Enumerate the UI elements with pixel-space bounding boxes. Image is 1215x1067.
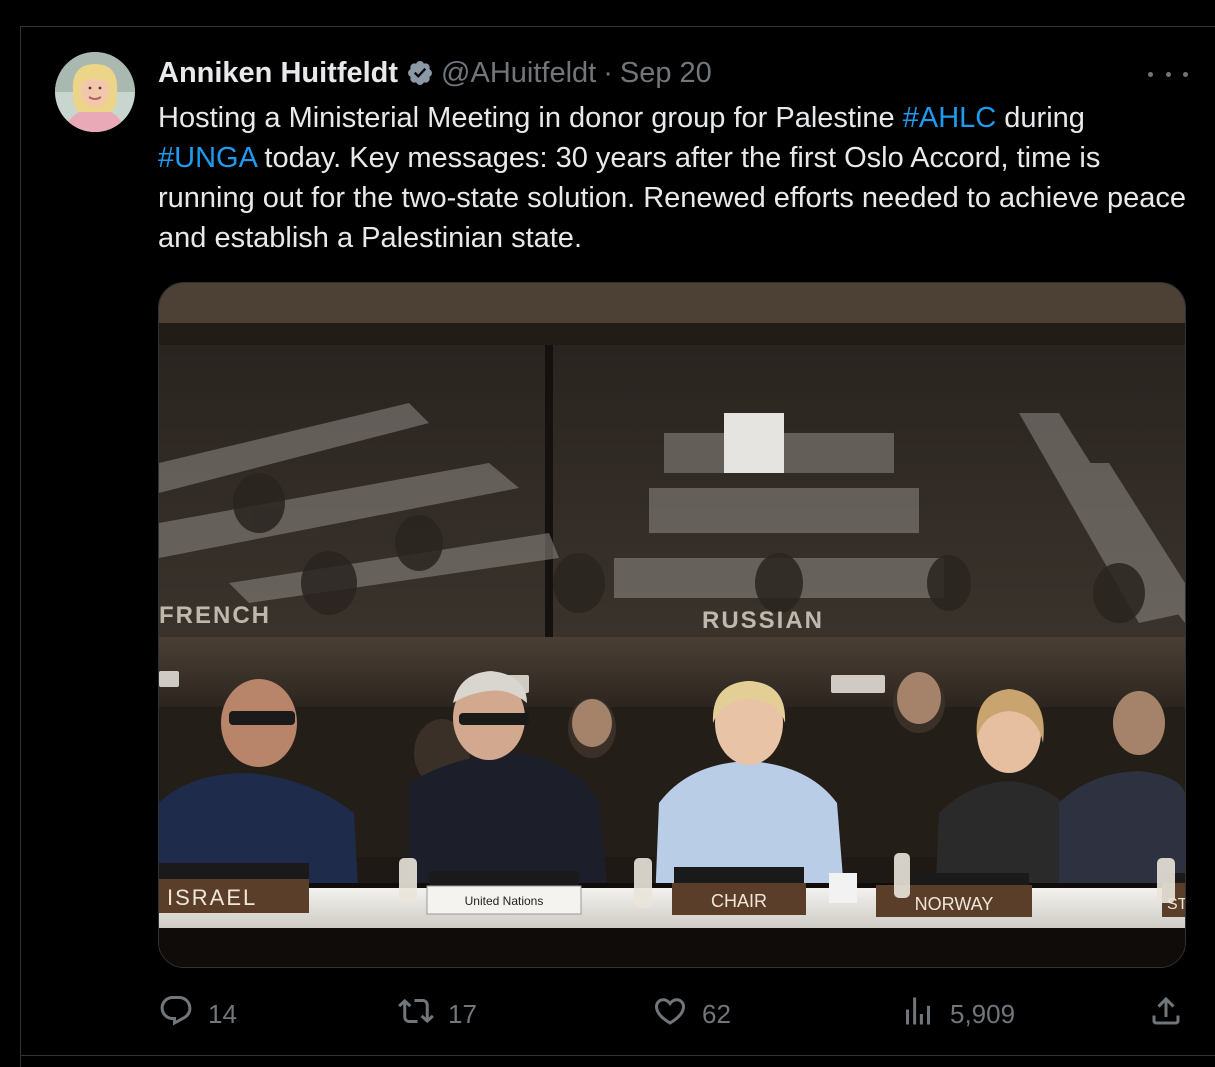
action-bar: 14 17 62 5,909 <box>158 992 1188 1036</box>
like-icon <box>652 993 688 1036</box>
header-separator: · <box>603 57 613 89</box>
reply-icon <box>158 993 194 1036</box>
share-icon <box>1148 993 1184 1036</box>
like-count: 62 <box>702 998 731 1029</box>
author-name[interactable]: Anniken Huitfeldt <box>158 55 398 91</box>
hashtag-link[interactable]: #UNGA <box>158 142 256 174</box>
tweet-text-part: Hosting a Ministerial Meeting in donor g… <box>158 102 903 134</box>
tweet-photo[interactable]: FRENCH RUSSIAN ISRAEL United Nations CHA… <box>158 282 1186 968</box>
tweet-header: Anniken Huitfeldt @AHuitfeldt · Sep 20 <box>158 55 712 91</box>
like-button[interactable]: 62 <box>652 992 731 1036</box>
tweet-top-border <box>20 26 1215 27</box>
hashtag-link[interactable]: #AHLC <box>903 102 997 134</box>
repost-icon <box>398 993 434 1036</box>
avatar[interactable] <box>55 52 135 132</box>
tweet-date[interactable]: Sep 20 <box>620 55 712 91</box>
views-icon <box>900 993 936 1036</box>
repost-count: 17 <box>448 998 477 1029</box>
repost-button[interactable]: 17 <box>398 992 477 1036</box>
nameplate-norway: NORWAY <box>915 894 994 914</box>
verified-badge-icon <box>406 59 434 87</box>
tweet-left-border <box>20 26 21 1067</box>
author-handle[interactable]: @AHuitfeldt <box>441 55 596 91</box>
booth-label-russian: RUSSIAN <box>702 607 824 634</box>
nameplate-chair: CHAIR <box>711 891 767 911</box>
more-icon[interactable] <box>1148 60 1188 88</box>
nameplate-israel: ISRAEL <box>167 885 257 910</box>
tweet-text-part: today. Key messages: 30 years after the … <box>158 142 1187 254</box>
views-count: 5,909 <box>950 998 1016 1029</box>
reply-button[interactable]: 14 <box>158 992 237 1036</box>
share-button[interactable] <box>1148 992 1184 1036</box>
tweet-bottom-border <box>20 1055 1215 1056</box>
nameplate-united-nations: United Nations <box>465 894 544 908</box>
reply-count: 14 <box>208 998 237 1029</box>
tweet-text: Hosting a Ministerial Meeting in donor g… <box>158 98 1188 258</box>
booth-label-french: FRENCH <box>159 602 271 629</box>
views-button[interactable]: 5,909 <box>900 992 1015 1036</box>
tweet-text-part: during <box>996 102 1085 134</box>
